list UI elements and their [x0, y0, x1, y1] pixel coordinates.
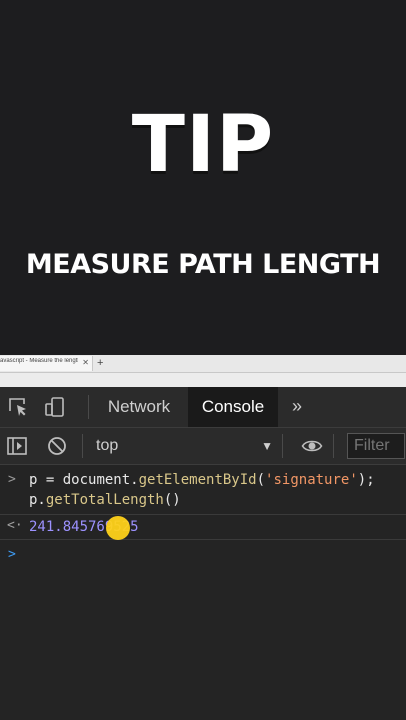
filter-input[interactable] — [347, 433, 405, 459]
eye-icon[interactable] — [301, 435, 323, 457]
overlay-title: TIP — [131, 100, 275, 190]
device-toolbar-icon[interactable] — [44, 396, 66, 418]
toolbar-divider — [88, 395, 89, 419]
code-token: () — [163, 492, 181, 508]
code-token-string: 'signature' — [265, 472, 358, 488]
context-selector[interactable]: top ▼ — [84, 428, 279, 464]
sidebar-toggle-icon[interactable] — [6, 435, 28, 457]
browser-address-strip — [0, 373, 406, 387]
code-line-1: p = document.getElementById('signature')… — [29, 470, 375, 490]
more-tabs-button[interactable]: » — [286, 387, 308, 427]
output-arrow-icon: <· — [7, 518, 23, 533]
close-tab-icon[interactable]: ✕ — [82, 357, 89, 369]
console-output-entry: <· 241.845769525 — [0, 514, 406, 540]
context-selected-label: top — [96, 437, 119, 454]
new-tab-icon[interactable]: + — [97, 356, 103, 370]
code-token: ); — [357, 472, 375, 488]
console-toolbar-divider — [282, 434, 283, 458]
console-input-entry: > p = document.getElementById('signature… — [0, 469, 406, 511]
code-token: ( — [256, 472, 266, 488]
new-prompt-icon[interactable]: > — [8, 547, 16, 562]
browser-tabstrip: avascript - Measure the length o ✕ + — [0, 355, 406, 373]
code-token: = document. — [37, 472, 139, 488]
devtools-panel: Network Console » top ▼ Filter > p = doc… — [0, 387, 406, 720]
chevron-down-icon: ▼ — [261, 439, 273, 453]
code-token-function: getElementById — [138, 472, 257, 488]
input-prompt-icon: > — [8, 472, 16, 487]
cursor-highlight — [106, 516, 130, 540]
console-toolbar: top ▼ — [0, 428, 406, 465]
devtools-toolbar: Network Console » — [0, 387, 406, 428]
code-line-2: p.getTotalLength() — [29, 490, 181, 510]
overlay-subtitle: MEASURE PATH LENGTH — [25, 249, 381, 280]
console-toolbar-divider — [82, 434, 83, 458]
console-toolbar-divider — [333, 434, 334, 458]
tab-network[interactable]: Network — [98, 387, 180, 427]
tab-console[interactable]: Console — [188, 387, 278, 427]
browser-tab[interactable]: avascript - Measure the length o ✕ — [0, 356, 93, 371]
console-messages: > p = document.getElementById('signature… — [0, 465, 406, 720]
clear-console-icon[interactable] — [46, 435, 68, 457]
code-token-function: getTotalLength — [45, 492, 164, 508]
inspect-element-icon[interactable] — [7, 396, 29, 418]
code-token: p. — [29, 492, 46, 508]
browser-tab-title: avascript - Measure the length o — [0, 358, 78, 364]
